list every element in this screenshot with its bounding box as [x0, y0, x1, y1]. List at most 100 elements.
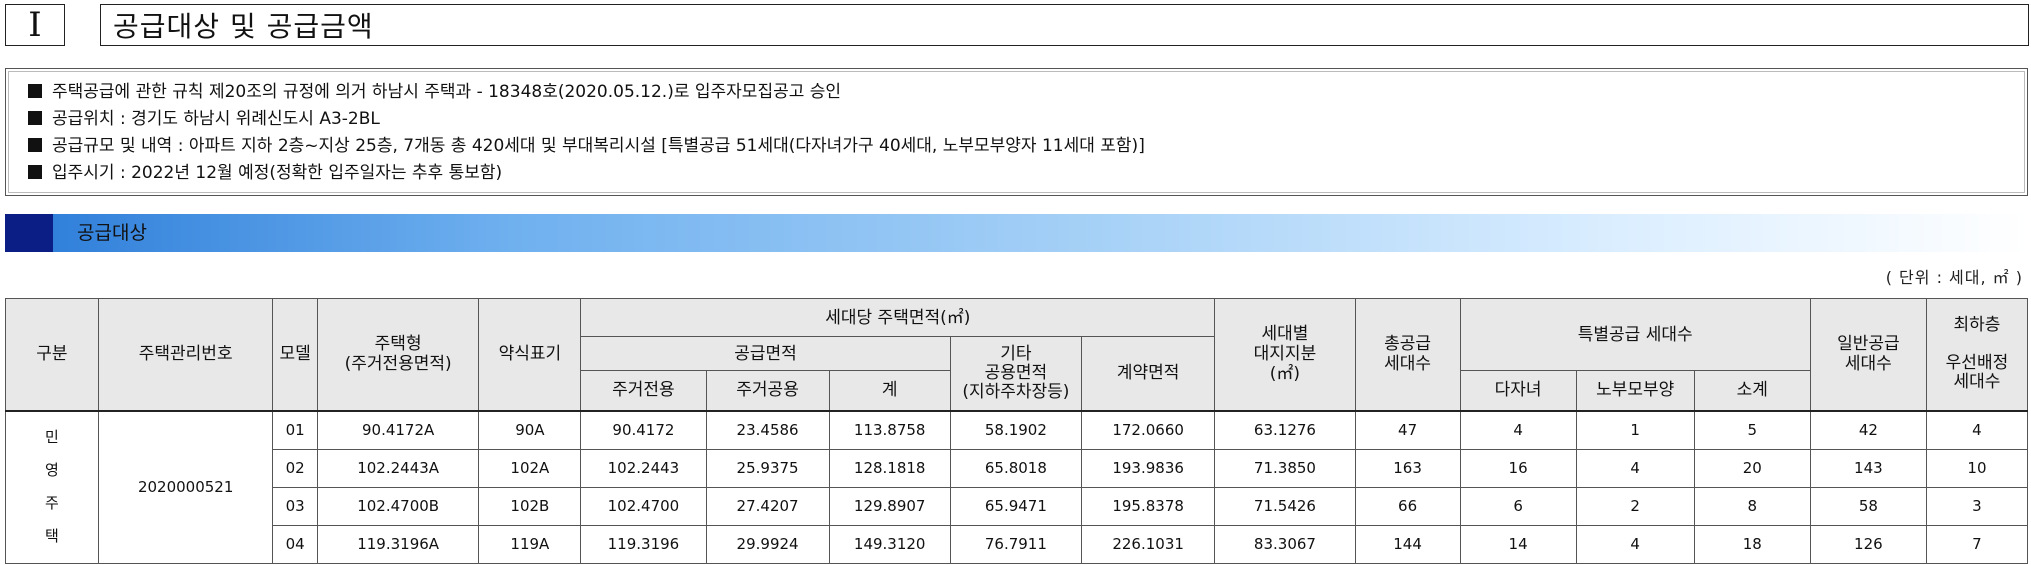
common-cell: 27.4207: [705, 486, 830, 526]
unit-note: ( 단위 : 세대, ㎡ ): [1885, 268, 2023, 287]
multi-cell: 6: [1459, 486, 1577, 526]
title-row: Ⅰ 공급대상 및 공급금액: [5, 4, 2029, 48]
multi-cell: 4: [1459, 410, 1577, 450]
lowest-cell: 4: [1925, 410, 2029, 450]
land-cell: 71.3850: [1214, 448, 1356, 488]
other-cell: 58.1902: [949, 410, 1082, 450]
common-cell: 23.4586: [705, 410, 830, 450]
sum-cell: 18: [1693, 524, 1811, 564]
type-cell: 119.3196A: [316, 524, 480, 564]
header-special-sum: 소계: [1693, 370, 1811, 411]
model-cell: 02: [272, 448, 318, 488]
exclusive-cell: 102.4700: [580, 486, 707, 526]
header-other-common: 기타 공용면적 (지하주차장등): [949, 336, 1082, 411]
header-total-supply: 총공급 세대수: [1354, 298, 1461, 411]
section-bar-accent: [5, 214, 53, 252]
type-cell: 102.4700B: [316, 486, 480, 526]
sum-cell: 20: [1693, 448, 1811, 488]
notice-item: 공급규모 및 내역 : 아파트 지하 2층~지상 25층, 7개동 총 420세…: [28, 133, 2027, 160]
abbrev-cell: 90A: [478, 410, 582, 450]
sum-cell: 5: [1693, 410, 1811, 450]
subtotal-cell: 128.1818: [828, 448, 951, 488]
section-number: Ⅰ: [5, 4, 65, 46]
total-cell: 163: [1354, 448, 1461, 488]
subtotal-cell: 149.3120: [828, 524, 951, 564]
total-cell: 66: [1354, 486, 1461, 526]
model-cell: 03: [272, 486, 318, 526]
section-title: 공급대상: [77, 222, 147, 244]
header-supply-area: 공급면적: [580, 336, 951, 371]
notice-item: 입주시기 : 2022년 12월 예정(정확한 입주일자는 추후 통보함): [28, 160, 2027, 187]
type-cell: 90.4172A: [316, 410, 480, 450]
square-bullet-icon: [28, 84, 42, 98]
abbrev-cell: 102A: [478, 448, 582, 488]
other-cell: 65.8018: [949, 448, 1082, 488]
common-cell: 29.9924: [705, 524, 830, 564]
header-exclusive: 주거전용: [580, 370, 707, 411]
multi-cell: 16: [1459, 448, 1577, 488]
header-multi-child: 다자녀: [1459, 370, 1577, 411]
lowest-cell: 7: [1925, 524, 2029, 564]
abbrev-cell: 102B: [478, 486, 582, 526]
page-title: 공급대상 및 공급금액: [100, 4, 2029, 46]
exclusive-cell: 90.4172: [580, 410, 707, 450]
total-cell: 144: [1354, 524, 1461, 564]
model-cell: 01: [272, 410, 318, 450]
exclusive-cell: 119.3196: [580, 524, 707, 564]
header-general: 일반공급 세대수: [1809, 298, 1927, 411]
table-row: 04 119.3196A 119A 119.3196 29.9924 149.3…: [6, 524, 2029, 564]
general-cell: 143: [1809, 448, 1927, 488]
mgmt-no-cell: 2020000521: [97, 410, 274, 564]
header-contract-area: 계약면적: [1080, 336, 1216, 411]
supply-table: 구분 주택관리번호 모델 주택형 (주거전용면적) 약식표기 세대당 주택면적(…: [5, 298, 2029, 564]
notice-item: 공급위치 : 경기도 하남시 위례신도시 A3-2BL: [28, 106, 2027, 133]
exclusive-cell: 102.2443: [580, 448, 707, 488]
notice-text: 입주시기 : 2022년 12월 예정(정확한 입주일자는 추후 통보함): [52, 163, 503, 183]
header-elderly: 노부모부양: [1575, 370, 1695, 411]
notice-text: 주택공급에 관한 규칙 제20조의 규정에 의거 하남시 주택과 - 18348…: [52, 82, 842, 102]
header-mgmt-no: 주택관리번호: [97, 298, 274, 411]
header-lowest: 최하층 우선배정 세대수: [1925, 298, 2029, 411]
lowest-cell: 3: [1925, 486, 2029, 526]
header-common: 주거공용: [705, 370, 830, 411]
abbrev-cell: 119A: [478, 524, 582, 564]
contract-cell: 226.1031: [1080, 524, 1216, 564]
header-house-type: 주택형 (주거전용면적): [316, 298, 480, 411]
notice-list: 주택공급에 관한 규칙 제20조의 규정에 의거 하남시 주택과 - 18348…: [6, 69, 2027, 187]
square-bullet-icon: [28, 165, 42, 179]
other-cell: 65.9471: [949, 486, 1082, 526]
general-cell: 58: [1809, 486, 1927, 526]
sum-cell: 8: [1693, 486, 1811, 526]
header-area-group: 세대당 주택면적(㎡): [580, 298, 1216, 337]
header-category: 구분: [5, 298, 99, 411]
land-cell: 83.3067: [1214, 524, 1356, 564]
contract-cell: 195.8378: [1080, 486, 1216, 526]
subtotal-cell: 129.8907: [828, 486, 951, 526]
land-cell: 63.1276: [1214, 410, 1356, 450]
header-land-share: 세대별 대지지분 (㎡): [1214, 298, 1356, 411]
model-cell: 04: [272, 524, 318, 564]
header-model: 모델: [272, 298, 318, 411]
multi-cell: 14: [1459, 524, 1577, 564]
common-cell: 25.9375: [705, 448, 830, 488]
lowest-cell: 10: [1925, 448, 2029, 488]
general-cell: 126: [1809, 524, 1927, 564]
subtotal-cell: 113.8758: [828, 410, 951, 450]
table-row: 03 102.4700B 102B 102.4700 27.4207 129.8…: [6, 486, 2029, 526]
elderly-cell: 2: [1575, 486, 1695, 526]
elderly-cell: 4: [1575, 448, 1695, 488]
contract-cell: 172.0660: [1080, 410, 1216, 450]
type-cell: 102.2443A: [316, 448, 480, 488]
table-row: 민 영 주 택 2020000521 01 90.4172A 90A 90.41…: [5, 410, 2029, 564]
elderly-cell: 4: [1575, 524, 1695, 564]
notice-box: 주택공급에 관한 규칙 제20조의 규정에 의거 하남시 주택과 - 18348…: [5, 68, 2028, 196]
notice-item: 주택공급에 관한 규칙 제20조의 규정에 의거 하남시 주택과 - 18348…: [28, 79, 2027, 106]
category-cell: 민 영 주 택: [5, 410, 99, 564]
contract-cell: 193.9836: [1080, 448, 1216, 488]
section-header-bar: 공급대상: [5, 214, 2028, 252]
notice-text: 공급위치 : 경기도 하남시 위례신도시 A3-2BL: [52, 109, 380, 129]
general-cell: 42: [1809, 410, 1927, 450]
table-row: 02 102.2443A 102A 102.2443 25.9375 128.1…: [6, 448, 2029, 488]
square-bullet-icon: [28, 138, 42, 152]
header-abbrev: 약식표기: [478, 298, 582, 411]
